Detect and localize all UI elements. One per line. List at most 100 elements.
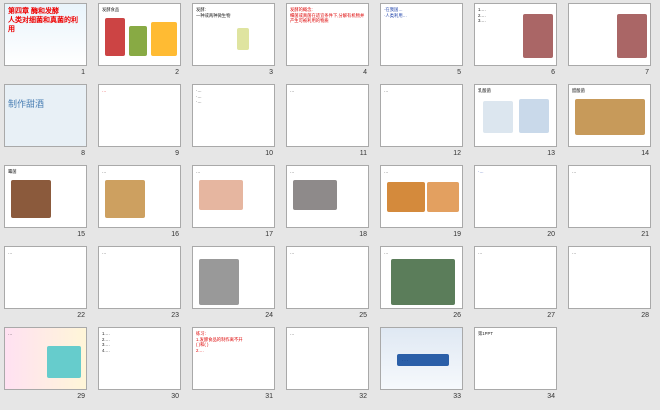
slide-thumbnail-cell[interactable]: 1.… 2.… 3.… 4.… 30 [95,325,183,406]
slide-thumbnail[interactable]: … [4,327,87,390]
slide-thumbnail-cell[interactable]: … 33 [377,325,465,406]
slide-thumbnail-cell[interactable]: … 29 [1,325,89,406]
slide-thumbnail[interactable]: … [98,165,181,228]
slide-thumbnail[interactable] [192,246,275,309]
slide-image [237,28,249,50]
slide-number: 17 [265,231,273,238]
slide-thumbnail[interactable]: ·… [474,165,557,228]
slide-thumbnail-cell[interactable]: 发酵食品 2 [95,1,183,82]
slide-thumbnail[interactable]: 制作甜酒 [4,84,87,147]
slide-thumbnail-cell[interactable]: 发酵的概念: 细菌或真菌在适宜条件下,分解有机物并产生可被利用的物质 4 [283,1,371,82]
slide-number: 19 [453,231,461,238]
slide-number: 16 [171,231,179,238]
slide-thumbnail-cell[interactable]: … 19 [377,163,465,244]
slide-thumbnail-cell[interactable]: 练习: 1.发酵食品的制作离不开 ( )和( ) 2.… 31 [189,325,277,406]
slide-thumbnail[interactable]: … [474,246,557,309]
slide-thumbnail[interactable] [568,3,651,66]
slide-thumbnail[interactable]: 第1PPT [474,327,557,390]
slide-thumbnail[interactable]: … [4,246,87,309]
slide-text: … [384,250,389,255]
slide-image [391,259,455,305]
slide-thumbnail[interactable]: … [286,84,369,147]
slide-number: 29 [77,393,85,400]
slide-thumbnail-cell[interactable]: … 28 [565,244,653,325]
slide-thumbnail[interactable]: 1.… 2.… 3.… 4.… [98,327,181,390]
slide-thumbnail[interactable]: … [286,246,369,309]
slide-thumbnail-cell[interactable]: 7 [565,1,653,82]
slide-thumbnail[interactable]: … [286,165,369,228]
slide-thumbnail[interactable]: 练习: 1.发酵食品的制作离不开 ( )和( ) 2.… [192,327,275,390]
slide-number: 32 [359,393,367,400]
slide-thumbnail-cell[interactable]: 第1PPT 34 [471,325,559,406]
slide-number: 21 [641,231,649,238]
slide-number: 22 [77,312,85,319]
slide-thumbnail-cell[interactable]: 第四章 酶和发酵 人类对细菌和真菌的利用 1 [1,1,89,82]
slide-thumbnail-cell[interactable]: … 32 [283,325,371,406]
slide-thumbnail[interactable]: 乳酸菌 [474,84,557,147]
slide-thumbnail-cell[interactable]: ·… 20 [471,163,559,244]
slide-thumbnail[interactable]: 第四章 酶和发酵 人类对细菌和真菌的利用 [4,3,87,66]
slide-thumbnail-cell[interactable]: … 21 [565,163,653,244]
slide-image [105,18,125,56]
slide-text: 练习: 1.发酵食品的制作离不开 ( )和( ) 2.… [196,331,243,353]
slide-thumbnail[interactable]: … [380,84,463,147]
slide-thumbnail[interactable]: … [568,246,651,309]
slide-thumbnail-cell[interactable]: 乳酸菌 13 [471,82,559,163]
slide-text: … [196,169,201,174]
slide-text: … [290,88,295,93]
slide-thumbnail-cell[interactable]: 发酵: 一种或两种微生物 3 [189,1,277,82]
slide-text: … [290,331,295,336]
slide-thumbnail-cell[interactable]: … 22 [1,244,89,325]
slide-thumbnail-cell[interactable]: … 16 [95,163,183,244]
slide-thumbnail-cell[interactable]: … 18 [283,163,371,244]
slide-thumbnail-cell[interactable]: 醋酸菌 14 [565,82,653,163]
slide-thumbnail[interactable]: 发酵食品 [98,3,181,66]
slide-thumbnail[interactable]: … [380,165,463,228]
slide-text: 醋酸菌 [572,88,585,93]
slide-number: 34 [547,393,555,400]
slide-number: 27 [547,312,555,319]
slide-thumbnail-cell[interactable]: … 27 [471,244,559,325]
slide-text: … [401,354,409,363]
slide-number: 15 [77,231,85,238]
slide-text: … [102,250,107,255]
slide-thumbnail[interactable]: 发酵: 一种或两种微生物 [192,3,275,66]
slide-thumbnail[interactable]: 发酵的概念: 细菌或真菌在适宜条件下,分解有机物并产生可被利用的物质 [286,3,369,66]
slide-thumbnail[interactable]: … [98,246,181,309]
slide-thumbnail-cell[interactable]: 24 [189,244,277,325]
slide-text: … [102,169,107,174]
slide-thumbnail-cell[interactable]: ·在我国… ·人类利用… 5 [377,1,465,82]
slide-number: 14 [641,150,649,157]
slide-thumbnail[interactable]: … [98,84,181,147]
slide-thumbnail[interactable]: ·在我国… ·人类利用… [380,3,463,66]
slide-thumbnail-cell[interactable]: … 26 [377,244,465,325]
slide-thumbnail[interactable]: … [380,246,463,309]
slide-thumbnail-cell[interactable]: … 23 [95,244,183,325]
slide-number: 33 [453,393,461,400]
slide-thumbnail-cell[interactable]: … 25 [283,244,371,325]
slide-image [151,22,177,56]
slide-thumbnail-cell[interactable]: … 12 [377,82,465,163]
slide-thumbnail[interactable]: … [380,327,463,390]
slide-image [11,180,51,218]
slide-thumbnail[interactable]: 霉菌 [4,165,87,228]
slide-thumbnail-cell[interactable]: 制作甜酒 8 [1,82,89,163]
slide-image [387,182,425,212]
slide-number: 25 [359,312,367,319]
slide-thumbnail-cell[interactable]: 霉菌 15 [1,163,89,244]
slide-thumbnail-cell[interactable]: … 9 [95,82,183,163]
slide-text: … [384,169,389,174]
slide-thumbnail-cell[interactable]: … 17 [189,163,277,244]
slide-thumbnail[interactable]: … [192,165,275,228]
slide-image [199,259,239,305]
slide-thumbnail[interactable]: … [568,165,651,228]
slide-image [293,180,337,210]
slide-thumbnail[interactable]: 醋酸菌 [568,84,651,147]
slide-text: 发酵: 一种或两种微生物 [196,7,231,18]
slide-thumbnail-cell[interactable]: 1.… 2.… 3.… 6 [471,1,559,82]
slide-thumbnail-cell[interactable]: … 11 [283,82,371,163]
slide-thumbnail[interactable]: 1.… 2.… 3.… [474,3,557,66]
slide-thumbnail-cell[interactable]: ·… ·… ·… 10 [189,82,277,163]
slide-thumbnail[interactable]: … [286,327,369,390]
slide-thumbnail[interactable]: ·… ·… ·… [192,84,275,147]
